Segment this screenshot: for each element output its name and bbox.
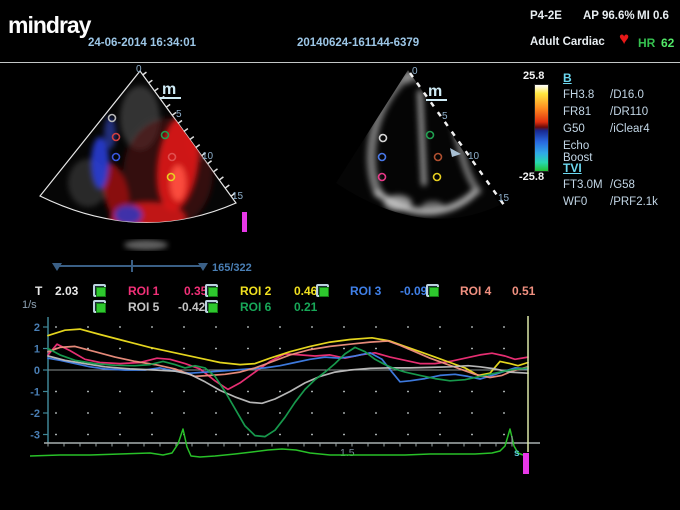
roi-curves — [48, 329, 528, 437]
bmode-section-title: B — [563, 71, 572, 85]
svg-text:-2: -2 — [30, 408, 40, 420]
heart-icon: ♥ — [619, 33, 629, 45]
exam-datetime: 24-06-2014 16:34:01 — [88, 37, 196, 49]
depth-label-0: 0 — [412, 66, 418, 77]
exam-preset: Adult Cardiac — [530, 36, 605, 48]
transducer-artifact — [124, 240, 168, 250]
param-label: FH3.8 — [563, 89, 610, 101]
frame-counter: 165/322 — [212, 262, 252, 274]
depth-label-10: 10 — [468, 151, 480, 162]
svg-text:0: 0 — [34, 365, 40, 377]
depth-label-5: 5 — [442, 111, 448, 122]
param-value: /PRF2.1k — [610, 196, 658, 208]
bmode-image[interactable]: 0 5 10 15 m — [328, 63, 540, 253]
depth-label-0: 0 — [136, 64, 142, 75]
y-axis-ticks: 2 1 0 -1 -2 -3 — [30, 322, 48, 442]
param-value: /DR110 — [610, 106, 648, 118]
orientation-marker-icon: m — [428, 83, 442, 100]
probe-name: P4-2E — [530, 10, 562, 22]
cine-progress-bar[interactable] — [52, 260, 208, 272]
ultrasound-screen: mindray 24-06-2014 16:34:01 20140624-161… — [0, 0, 680, 510]
svg-text:1: 1 — [34, 344, 40, 356]
orientation-marker-underline — [160, 97, 181, 99]
param-label: FT3.0M — [563, 179, 610, 191]
ecg-frame-marker[interactable] — [523, 453, 529, 474]
acoustic-power: AP 96.6% — [583, 10, 635, 22]
param-label: WF0 — [563, 196, 610, 208]
param-row: WF0/PRF2.1k — [563, 196, 658, 208]
tvi-colorbar — [534, 84, 549, 172]
param-row: G50/iClear4 — [563, 123, 650, 135]
param-label: FR81 — [563, 106, 610, 118]
mechanical-index: MI 0.6 — [637, 10, 669, 22]
param-value: /G58 — [610, 179, 635, 191]
left-frame-marker — [242, 212, 247, 232]
param-value: /D16.0 — [610, 89, 644, 101]
hr-value: 62 — [661, 36, 674, 50]
depth-label-10: 10 — [202, 151, 214, 162]
depth-label-5: 5 — [176, 109, 182, 120]
x-tick-label: 1.5 — [340, 447, 355, 459]
param-row: FT3.0M/G58 — [563, 179, 635, 191]
hr-label: HR — [638, 36, 655, 50]
depth-label-15: 15 — [498, 193, 510, 204]
depth-label-15: 15 — [232, 191, 244, 202]
study-id: 20140624-161144-6379 — [297, 37, 419, 49]
grid-dots — [55, 326, 505, 435]
param-row: FH3.8/D16.0 — [563, 89, 644, 101]
param-row: FR81/DR110 — [563, 106, 648, 118]
svg-text:2: 2 — [34, 322, 40, 334]
color-doppler-image[interactable]: 0 5 10 15 m — [28, 63, 263, 253]
time-unit-label: s — [514, 448, 520, 459]
svg-text:-3: -3 — [30, 430, 40, 442]
colorbar-max: 25.8 — [523, 70, 544, 82]
curve-roi-4 — [48, 341, 528, 378]
colorbar-min: -25.8 — [519, 171, 544, 183]
svg-text:-1: -1 — [30, 387, 40, 399]
orientation-marker-icon: m — [162, 81, 176, 98]
param-label: G50 — [563, 123, 610, 135]
orientation-marker-underline — [426, 99, 447, 101]
mindray-logo: mindray — [8, 12, 90, 39]
y-axis-unit: 1/s — [22, 299, 37, 311]
tvi-section-title: TVI — [563, 161, 582, 175]
strain-rate-chart[interactable]: 165/322 1/s 2 1 0 -1 -2 -3 1.5 s — [0, 255, 560, 505]
param-value: /iClear4 — [610, 123, 650, 135]
